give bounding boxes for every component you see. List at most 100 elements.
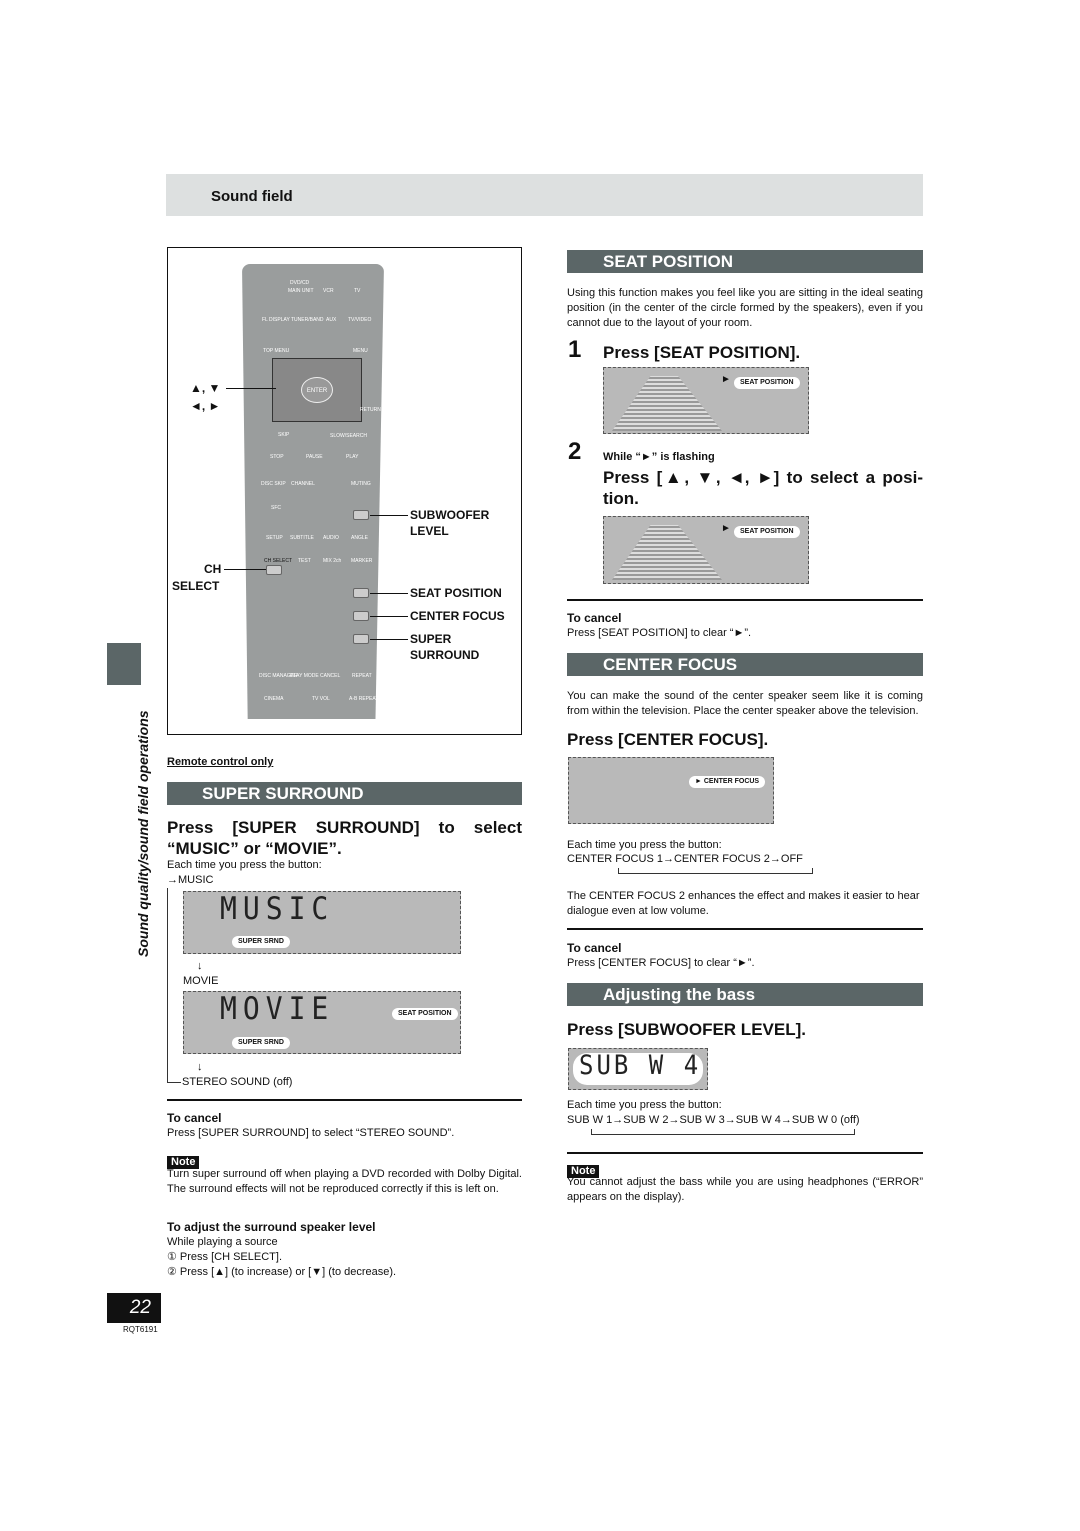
super-srnd-indicator: SUPER SRND — [232, 1037, 290, 1049]
remote-label: CH SELECT — [264, 558, 293, 564]
center-focus-title-text: CENTER FOCUS — [603, 655, 738, 674]
divider — [567, 928, 923, 930]
remote-illustration: ENTER DVD/CD MAIN UNIT VCR TV FL DISPLAY… — [167, 247, 522, 735]
page-number: 22 — [129, 1297, 151, 1318]
remote-label: TEST — [298, 558, 311, 564]
remote-label: SLOW/SEARCH — [330, 433, 367, 439]
step-2-subtitle: While “►” is flashing — [603, 451, 715, 463]
remote-label: CHANNEL — [291, 481, 315, 487]
remote-label: RETURN — [360, 407, 381, 413]
center-focus-indicator: ► CENTER FOCUS — [689, 776, 766, 788]
remote-label: FL DISPLAY — [262, 317, 290, 323]
bass-heading: Press [SUBWOOFER LEVEL]. — [567, 1020, 806, 1039]
remote-label: PAUSE — [306, 454, 323, 460]
remote-only-label: Remote control only — [167, 756, 274, 768]
remote-label: SFC — [271, 505, 281, 511]
seat-cancel-text: Press [SEAT POSITION] to clear “►”. — [567, 627, 752, 639]
music-option: →MUSIC — [167, 873, 214, 888]
seat-display-2: SEAT POSITION ► — [603, 516, 809, 584]
bass-each-time: Each time you press the button: — [567, 1099, 722, 1111]
remote-super-surround-button — [353, 634, 369, 644]
remote-label: MUTING — [351, 481, 371, 487]
seat-position-title-text: SEAT POSITION — [603, 252, 734, 271]
seat-display-1: SEAT POSITION ► — [603, 367, 809, 434]
movie-display: MOVIE SEAT POSITION SUPER SRND — [183, 990, 461, 1054]
play-indicator-icon: ► — [721, 374, 731, 385]
remote-label: ANGLE — [351, 535, 368, 541]
center-sequence: CENTER FOCUS 1→CENTER FOCUS 2→OFF — [567, 853, 803, 865]
center-loop-line — [618, 868, 813, 874]
bass-sequence: SUB W 1→SUB W 2→SUB W 3→SUB W 4→SUB W 0 … — [567, 1114, 860, 1126]
super-srnd-indicator: SUPER SRND — [232, 936, 290, 948]
remote-label: MAIN UNIT — [288, 288, 314, 294]
remote-label: TV VOL — [312, 696, 330, 702]
center-each-time: Each time you press the button: — [567, 839, 722, 851]
callout-subwoofer: SUBWOOFER — [410, 508, 490, 522]
divider — [567, 599, 923, 601]
remote-label: SKIP — [278, 432, 290, 438]
remote-ch-select-button — [266, 565, 282, 575]
callout-super: SUPER — [410, 632, 452, 646]
document-code: RQT6191 — [123, 1325, 158, 1334]
section-header-title: Sound field — [211, 188, 293, 205]
remote-label: DISC SKIP — [261, 481, 286, 487]
seat-grid — [612, 376, 722, 431]
remote-label: MIX 2ch — [323, 558, 342, 564]
divider — [567, 1152, 923, 1154]
super-surround-heading: Press [SUPER SURROUND] to select “MUSIC”… — [167, 818, 522, 858]
callout-ch: CH — [204, 562, 222, 576]
play-indicator-icon: ► — [721, 523, 731, 534]
down-arrow: ↓ — [197, 960, 203, 972]
center-heading: Press [CENTER FOCUS]. — [567, 730, 769, 749]
remote-label: DVD/CD — [290, 280, 310, 286]
remote-label: CINEMA — [264, 696, 284, 702]
subwoofer-display: SUB W 4 — [568, 1048, 708, 1090]
remote-label: MARKER — [351, 558, 373, 564]
center-desc: The CENTER FOCUS 2 enhances the effect a… — [567, 890, 920, 917]
enter-button: ENTER — [301, 377, 333, 403]
remote-label: AUX — [326, 317, 337, 323]
remote-label: PLAY — [346, 454, 359, 460]
side-tab — [107, 643, 141, 685]
remote-seat-position-button — [353, 588, 369, 598]
seat-position-title: SEAT POSITION — [567, 250, 923, 273]
remote-label: SUBTITLE — [290, 535, 314, 541]
step-1-heading: Press [SEAT POSITION]. — [603, 343, 801, 362]
callout-ch-select: SELECT — [172, 579, 220, 593]
step-2-heading: Press [▲, ▼, ◄, ►] to select a posi-tion… — [603, 468, 923, 508]
divider — [167, 1099, 522, 1101]
remote-label: TV/VIDEO — [348, 317, 372, 323]
adjust-title: To adjust the surround speaker level — [167, 1220, 376, 1234]
seat-position-indicator: SEAT POSITION — [734, 526, 800, 538]
remote-label: REPEAT — [352, 673, 372, 679]
step-2-number: 2 — [568, 438, 582, 465]
seat-intro: Using this function makes you feel like … — [567, 287, 923, 329]
lcd-text: SUB W 4 — [579, 1049, 702, 1081]
remote-label: VCR — [323, 288, 334, 294]
callout-arrows-lr: ◄, ► — [190, 399, 221, 413]
callout-subwoofer-level: LEVEL — [410, 524, 449, 538]
callout-center-focus: CENTER FOCUS — [410, 609, 505, 623]
down-arrow: ↓ — [197, 1061, 203, 1073]
note-text: Turn super surround off when playing a D… — [167, 1168, 522, 1195]
callout-arrows-ud: ▲, ▼ — [190, 381, 221, 395]
super-surround-title-text: SUPER SURROUND — [202, 784, 364, 803]
cycle-bracket — [167, 880, 181, 1083]
adjust-line: While playing a source — [167, 1236, 278, 1248]
each-time-label: Each time you press the button: — [167, 859, 322, 871]
adjusting-bass-title: Adjusting the bass — [567, 983, 923, 1006]
adjust-step-1: ① Press [CH SELECT]. — [167, 1251, 282, 1263]
remote-label: TUNER/BAND — [291, 317, 324, 323]
seat-grid — [612, 525, 722, 580]
center-focus-display: ► CENTER FOCUS — [568, 757, 774, 824]
remote-body — [242, 264, 384, 719]
seat-position-indicator: SEAT POSITION — [734, 377, 800, 389]
adjusting-bass-title-text: Adjusting the bass — [603, 985, 756, 1004]
lcd-text: MUSIC — [220, 890, 335, 927]
center-intro: You can make the sound of the center spe… — [567, 690, 923, 717]
remote-label: AUDIO — [323, 535, 339, 541]
super-surround-title: SUPER SURROUND — [167, 782, 522, 805]
remote-center-focus-button — [353, 611, 369, 621]
callout-super-surround: SURROUND — [410, 648, 480, 662]
center-cancel-text: Press [CENTER FOCUS] to clear “►”. — [567, 957, 755, 969]
